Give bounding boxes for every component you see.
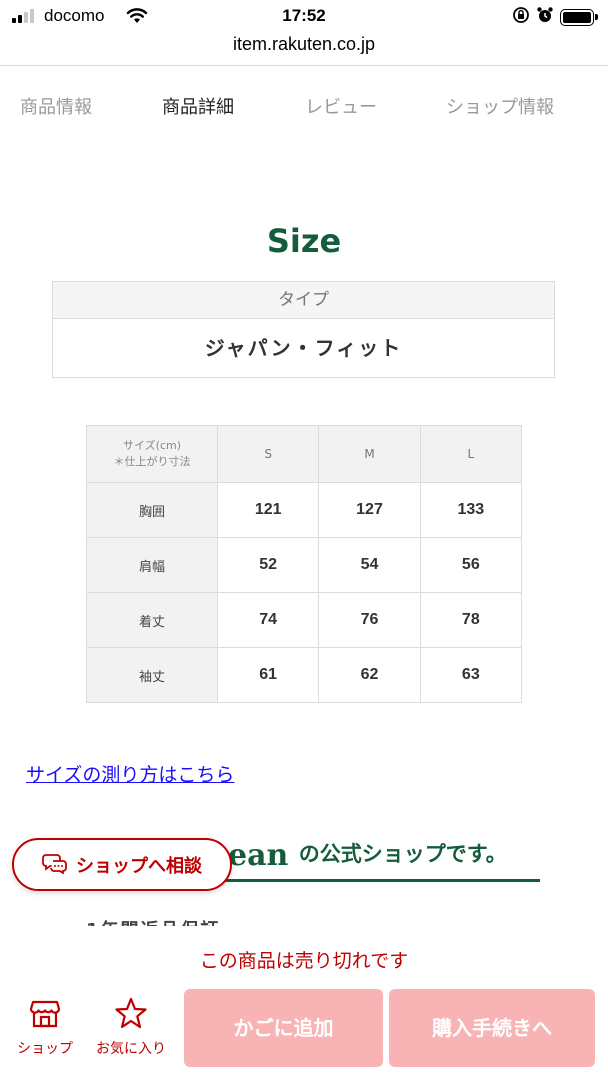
divider (0, 65, 608, 66)
product-tabs: 商品情報 商品詳細 レビュー ショップ情報 (0, 93, 608, 123)
checkout-button[interactable]: 購入手続きへ (389, 989, 595, 1067)
tab-product-details[interactable]: 商品詳細 (162, 93, 234, 119)
size-heading: Size (266, 222, 342, 260)
status-right (512, 6, 598, 28)
type-box: タイプ ジャパン・フィット (52, 281, 555, 378)
brand-fragment: ean (228, 838, 289, 873)
size-table: サイズ(cm) ＊仕上がり寸法 S M L 胸囲 121 127 133 肩幅 … (86, 425, 523, 703)
table-cell: 63 (419, 647, 523, 703)
banner-underline (220, 879, 540, 882)
bottom-purchase-panel: この商品は売り切れです ショップ お気に入り かごに追加 購入手続きへ (0, 928, 608, 1080)
type-header: タイプ (53, 282, 554, 319)
orientation-lock-icon (512, 6, 530, 28)
tab-product-info[interactable]: 商品情報 (20, 93, 92, 119)
add-to-cart-button[interactable]: かごに追加 (184, 989, 383, 1067)
alarm-icon (536, 6, 554, 28)
row-label: 胸囲 (86, 482, 218, 538)
status-bar: docomo 17:52 (0, 0, 608, 30)
column-header-l: L (419, 425, 523, 483)
table-row: 袖丈 61 62 63 (86, 647, 523, 703)
size-measure-link[interactable]: サイズの測り方はこちら (26, 760, 234, 787)
row-label: 着丈 (86, 592, 218, 648)
shop-nav-button[interactable]: ショップ (12, 996, 78, 1058)
row-label: 袖丈 (86, 647, 218, 703)
table-cell: 61 (216, 647, 320, 703)
table-cell: 76 (318, 592, 421, 648)
column-header-s: S (216, 425, 320, 483)
table-row: 着丈 74 76 78 (86, 592, 523, 648)
table-cell: 54 (318, 537, 421, 593)
shop-consult-button[interactable]: ショップへ相談 (12, 838, 232, 891)
consult-label: ショップへ相談 (76, 855, 202, 877)
tab-shop-info[interactable]: ショップ情報 (446, 93, 554, 119)
soldout-notice: この商品は売り切れです (199, 950, 409, 972)
table-cell: 121 (216, 482, 320, 538)
tab-reviews[interactable]: レビュー (305, 93, 377, 119)
url-bar[interactable]: item.rakuten.co.jp (0, 30, 608, 64)
column-header-m: M (318, 425, 421, 483)
table-cell: 52 (216, 537, 320, 593)
finished-size-note: ＊仕上がり寸法 (113, 455, 191, 468)
favorite-button[interactable]: お気に入り (90, 996, 172, 1058)
table-cell: 62 (318, 647, 421, 703)
chat-bubbles-icon (42, 852, 68, 878)
table-cell: 133 (419, 482, 523, 538)
table-cell: 74 (216, 592, 320, 648)
battery-icon (560, 8, 598, 26)
table-cell: 56 (419, 537, 523, 593)
return-guarantee-text: 1年間返品保証 (86, 916, 506, 926)
table-row: 肩幅 52 54 56 (86, 537, 523, 593)
favorite-label: お気に入り (96, 1041, 166, 1057)
shop-icon (28, 1000, 62, 1034)
size-unit-label: サイズ(cm) (122, 439, 182, 452)
shop-label: ショップ (17, 1041, 73, 1057)
row-label: 肩幅 (86, 537, 218, 593)
official-shop-text: の公式ショップです。 (298, 842, 507, 866)
table-row: 胸囲 121 127 133 (86, 482, 523, 538)
table-cell: 127 (318, 482, 421, 538)
table-header-row: サイズ(cm) ＊仕上がり寸法 S M L (86, 425, 523, 483)
size-header-cell: サイズ(cm) ＊仕上がり寸法 (86, 425, 218, 483)
table-cell: 78 (419, 592, 523, 648)
partial-text: 1年間返品保証 (86, 912, 506, 926)
official-shop-banner: ean の公式ショップです。 (228, 838, 507, 873)
type-value: ジャパン・フィット (204, 336, 403, 360)
star-icon (114, 997, 148, 1034)
